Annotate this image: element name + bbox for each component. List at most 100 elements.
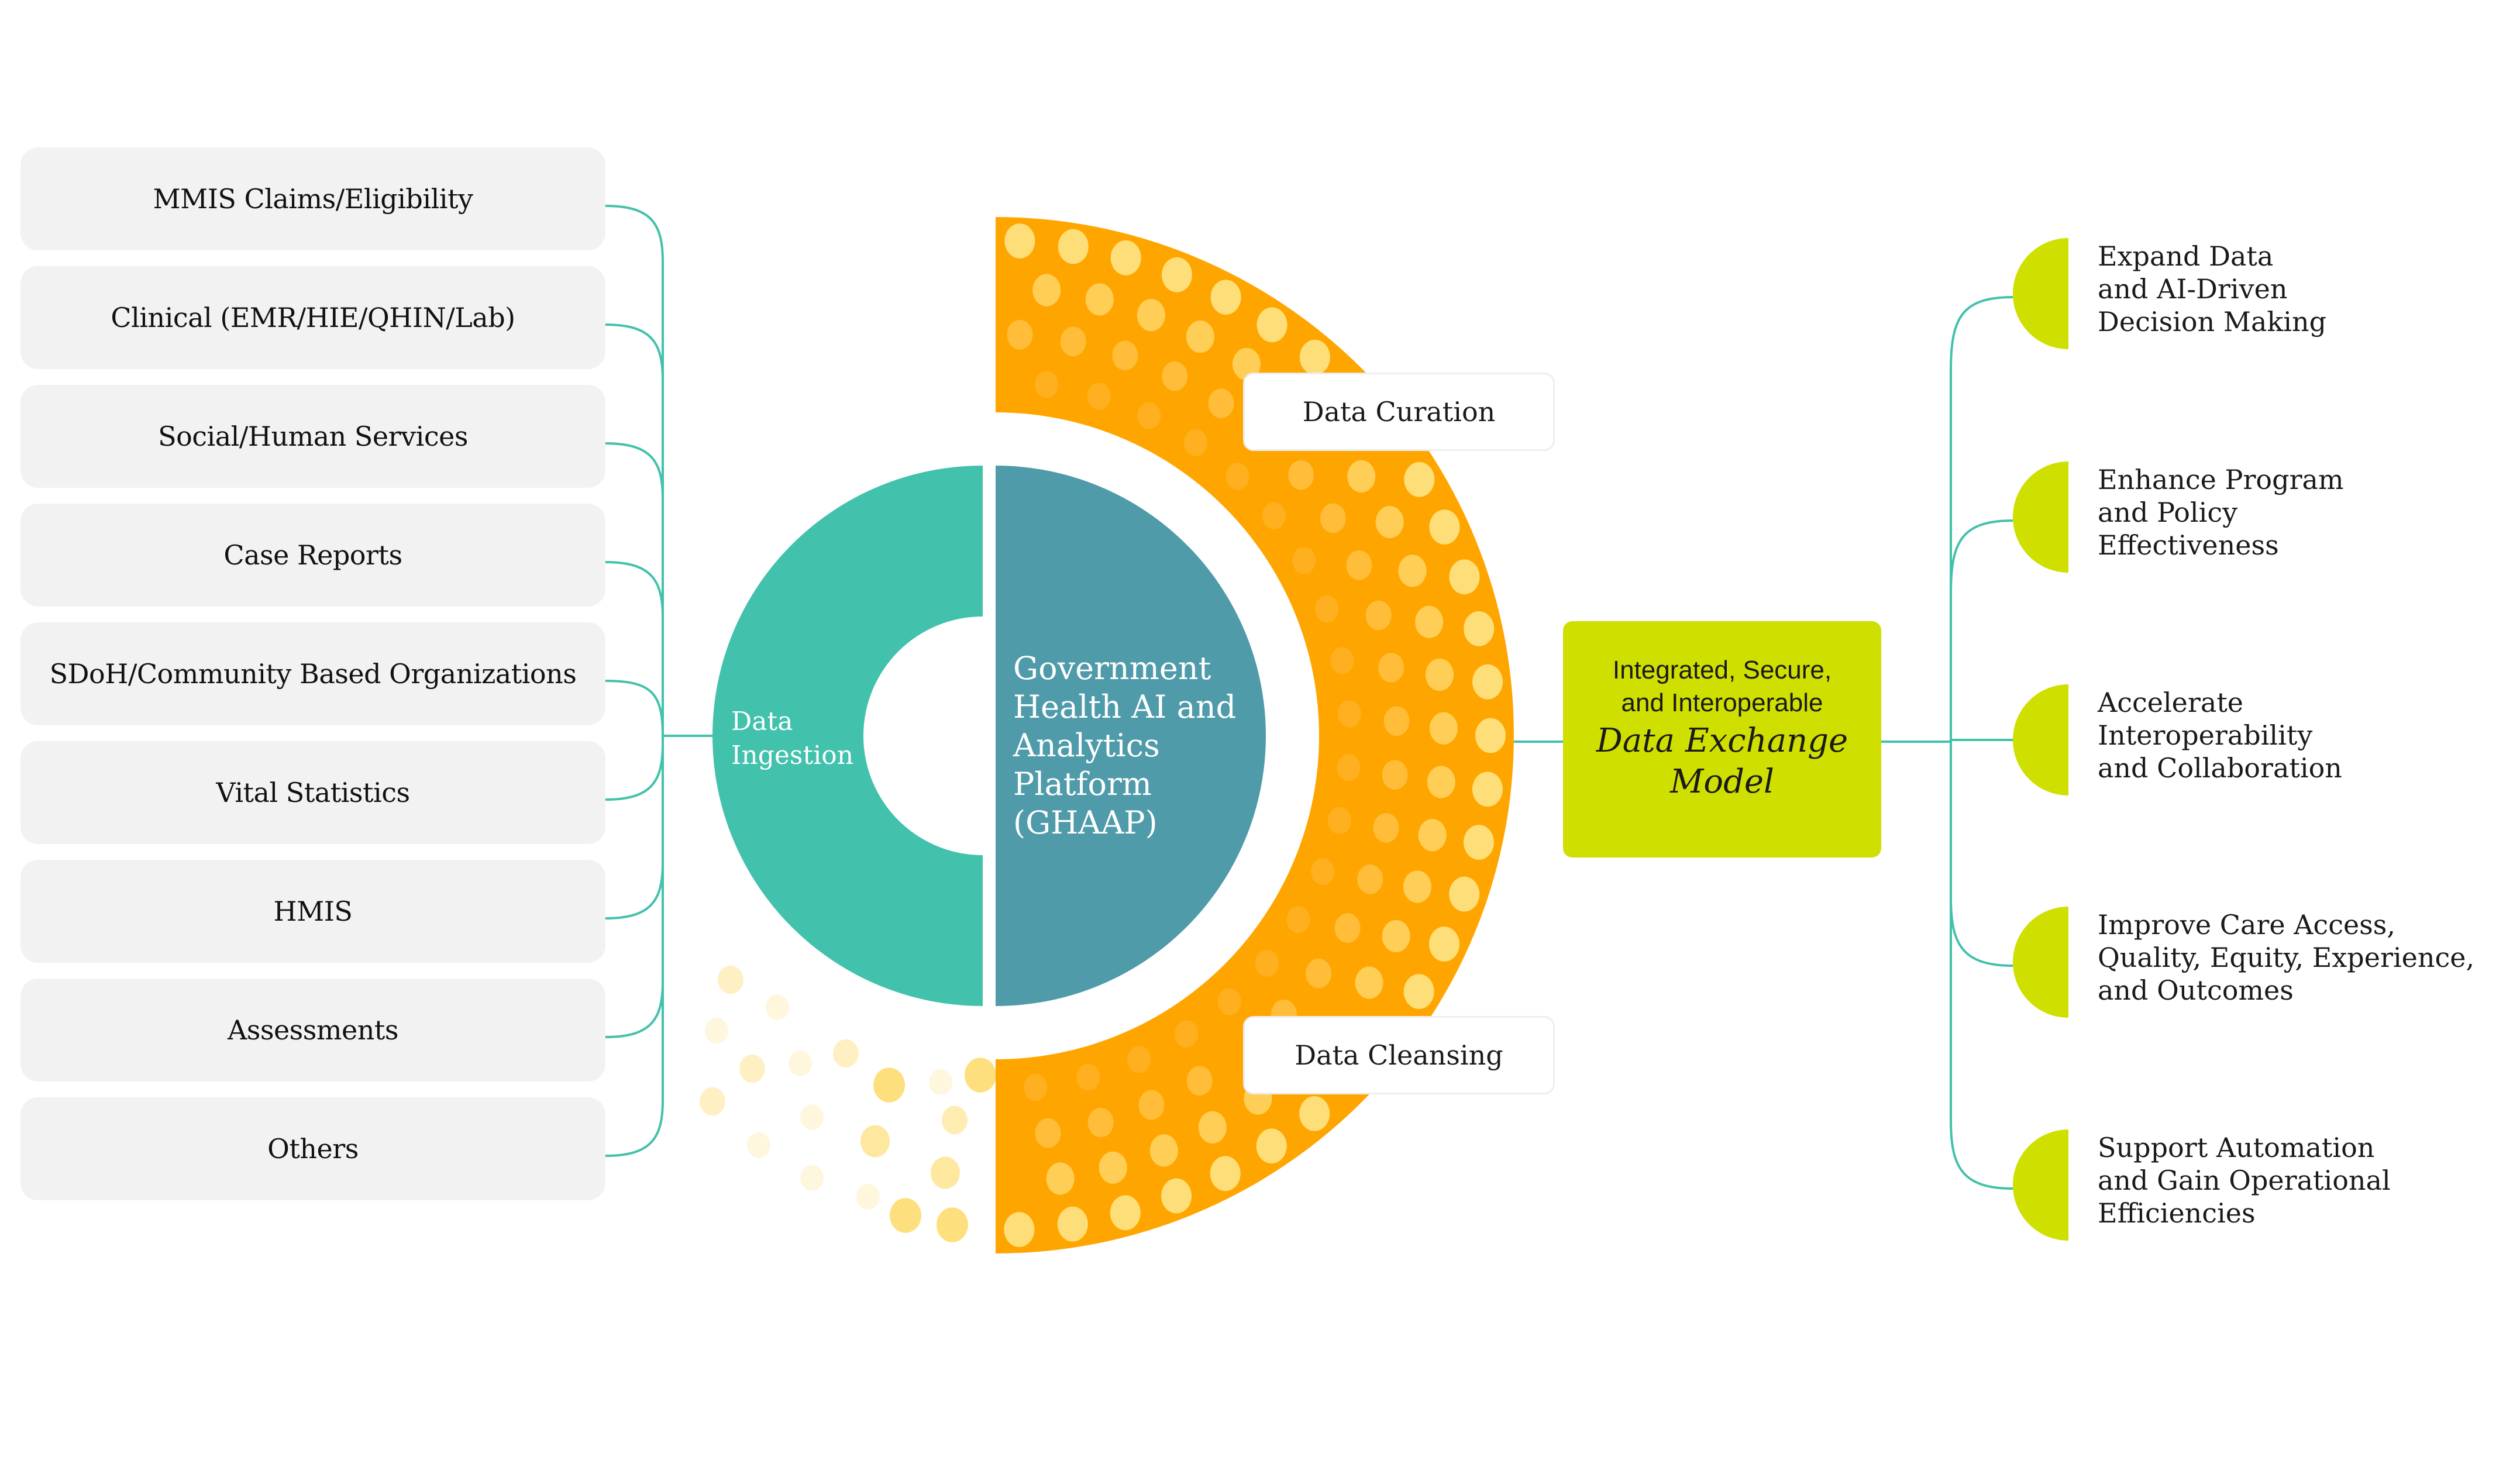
ring-dot <box>1137 298 1165 332</box>
ring-dot <box>1007 319 1033 350</box>
core-line: Analytics <box>1013 727 1160 764</box>
ring-dot <box>1198 1111 1227 1144</box>
outcome-marker-icon <box>2013 684 2068 795</box>
scatter-dot <box>766 994 789 1020</box>
source-box[interactable]: Case Reports <box>20 504 605 607</box>
source-box[interactable]: SDoH/Community Based Organizations <box>20 622 605 725</box>
core-line: Government <box>1013 650 1211 687</box>
ring-dot <box>1404 462 1435 497</box>
source-box[interactable]: Assessments <box>20 979 605 1082</box>
ring-dot <box>1162 361 1188 391</box>
ring-dot <box>1162 257 1192 292</box>
ring-dot <box>1306 958 1332 989</box>
ring-dot <box>1057 1206 1088 1242</box>
ring-dot <box>1112 340 1138 370</box>
ring-dot <box>1475 718 1506 753</box>
source-connectors <box>605 205 664 1157</box>
ring-dot <box>1334 913 1361 943</box>
scatter-dot <box>747 1132 770 1158</box>
source-label: Others <box>267 1133 359 1165</box>
ring-dot <box>1161 1178 1192 1214</box>
data-curation-box[interactable]: Data Curation <box>1243 373 1555 451</box>
ring-dot <box>1418 819 1447 852</box>
source-label: MMIS Claims/Eligibility <box>153 183 474 215</box>
source-box[interactable]: HMIS <box>20 860 605 963</box>
ring-dot <box>1288 460 1314 490</box>
source-connector <box>605 323 664 736</box>
ring-dot <box>1004 223 1035 259</box>
data-cleansing-box[interactable]: Data Cleansing <box>1243 1016 1555 1094</box>
source-box[interactable]: Vital Statistics <box>20 741 605 844</box>
core-line: Health AI and <box>1013 688 1237 725</box>
data-ingestion-label: Data Ingestion <box>731 705 853 773</box>
scatter-dot <box>860 1125 890 1158</box>
outcome-marker-icon <box>2013 238 2068 349</box>
ring-dot <box>1256 1128 1287 1164</box>
ring-dot <box>1415 605 1444 638</box>
ring-dot <box>1035 371 1059 398</box>
ring-dot <box>1337 754 1361 781</box>
ring-dot <box>1403 870 1431 903</box>
ring-dot <box>1328 807 1352 834</box>
scatter-dot <box>931 1156 960 1189</box>
source-label: Case Reports <box>223 539 402 571</box>
ring-dot <box>1299 339 1330 375</box>
ring-dot <box>1186 321 1214 353</box>
ingestion-line-1: Data <box>731 707 793 736</box>
ring-dot <box>1337 700 1361 728</box>
ring-dot <box>1210 1156 1241 1191</box>
ring-dot <box>1347 460 1376 493</box>
source-box[interactable]: Others <box>20 1097 605 1200</box>
outcome-marker-icon <box>2013 462 2068 573</box>
ring-dot <box>1262 502 1286 529</box>
scatter-dot <box>718 965 743 994</box>
ring-dot <box>1175 1020 1199 1048</box>
ring-dot <box>1110 1195 1141 1231</box>
scatter-dot <box>873 1067 905 1103</box>
source-connector <box>605 205 664 736</box>
ring-dot <box>1383 706 1410 736</box>
ring-dot <box>1149 1134 1178 1167</box>
ring-dot <box>1330 647 1354 674</box>
scatter-dot <box>890 1198 921 1233</box>
source-box[interactable]: Social/Human Services <box>20 385 605 488</box>
ring-dot <box>1464 611 1495 646</box>
scatter-dot <box>800 1104 824 1130</box>
ring-dot <box>1137 402 1161 429</box>
ring-dot <box>1087 1107 1114 1138</box>
core-line: (GHAAP) <box>1013 804 1158 841</box>
ring-dot <box>1210 280 1241 315</box>
source-label: Assessments <box>228 1014 398 1046</box>
data-exchange-model-box[interactable]: Integrated, Secure, and Interoperable Da… <box>1563 621 1881 857</box>
outcome-label: Accelerate Interoperability and Collabor… <box>2098 687 2342 784</box>
source-box[interactable]: Clinical (EMR/HIE/QHIN/Lab) <box>20 266 605 369</box>
ring-dot <box>1255 949 1279 977</box>
scatter-dot <box>965 1058 996 1093</box>
ring-dot <box>1110 240 1141 275</box>
scattered-dots <box>700 965 996 1242</box>
ring-dot <box>1357 864 1383 894</box>
scatter-dot <box>856 1184 880 1210</box>
source-connector <box>605 736 664 919</box>
ring-dot <box>1449 559 1480 595</box>
ingestion-line-2: Ingestion <box>731 741 854 770</box>
ring-dot <box>1138 1090 1165 1120</box>
outcome-connector <box>1950 296 2013 742</box>
ring-dot <box>1427 766 1455 798</box>
ring-dot <box>1378 653 1404 683</box>
exchange-subtitle-line-1: Integrated, Secure, <box>1612 656 1832 684</box>
source-label: Clinical (EMR/HIE/QHIN/Lab) <box>111 302 515 333</box>
ring-dot <box>1355 966 1383 999</box>
ring-dot <box>1058 229 1089 264</box>
ring-dot <box>1398 555 1427 587</box>
exchange-title-line-2: Model <box>1670 763 1774 801</box>
scatter-dot <box>833 1039 859 1068</box>
scatter-dot <box>739 1054 765 1083</box>
ring-dot <box>1464 825 1494 860</box>
data-curation-label: Data Curation <box>1302 396 1496 428</box>
outcome-connector <box>1950 742 2013 967</box>
source-box[interactable]: MMIS Claims/Eligibility <box>20 147 605 250</box>
ring-dot <box>1429 927 1459 962</box>
ring-dot <box>1449 876 1480 912</box>
outcome-connector <box>1950 519 2013 742</box>
